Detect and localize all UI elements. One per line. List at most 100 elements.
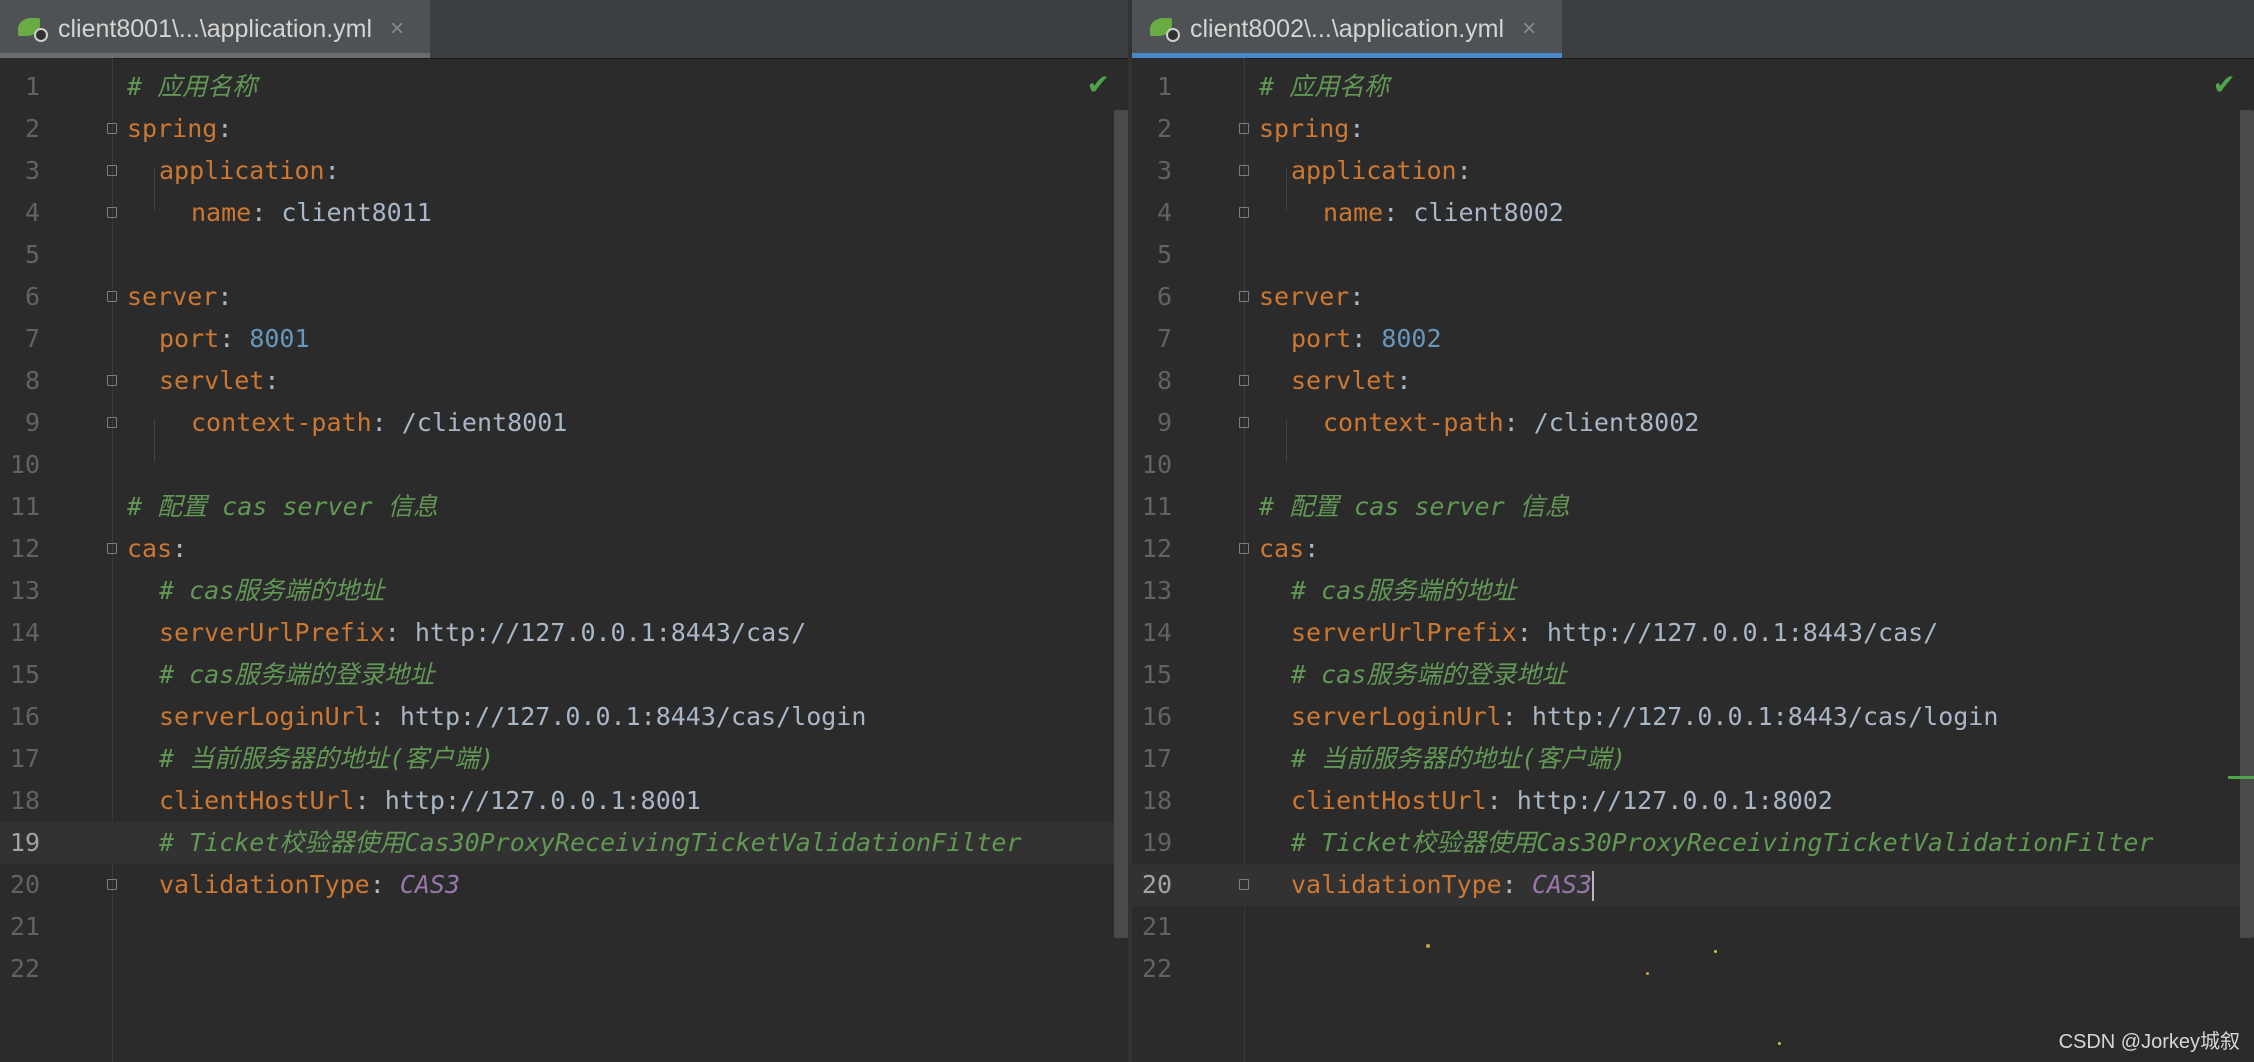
code-text[interactable]: clientHostUrl: http://127.0.0.1:8001 bbox=[159, 780, 701, 822]
code-line[interactable]: 21 bbox=[0, 906, 1128, 948]
fold-marker-icon[interactable] bbox=[107, 165, 117, 176]
code-text[interactable]: application: bbox=[159, 150, 340, 192]
code-text[interactable]: # cas服务端的登录地址 bbox=[159, 654, 434, 696]
code-text[interactable]: clientHostUrl: http://127.0.0.1:8002 bbox=[1291, 780, 1833, 822]
code-line[interactable]: 4 name: client8011 bbox=[0, 192, 1128, 234]
code-line[interactable]: 9 context-path: /client8001 bbox=[0, 402, 1128, 444]
code-text[interactable]: # 配置 cas server 信息 bbox=[1259, 486, 1570, 528]
code-line[interactable]: 16 serverLoginUrl: http://127.0.0.1:8443/… bbox=[0, 696, 1128, 738]
code-line[interactable]: 4 name: client8002 bbox=[1132, 192, 2254, 234]
code-line[interactable]: 17 # 当前服务器的地址(客户端) bbox=[1132, 738, 2254, 780]
code-line[interactable]: 15 # cas服务端的登录地址 bbox=[1132, 654, 2254, 696]
code-line[interactable]: 1 # 应用名称 bbox=[1132, 66, 2254, 108]
fold-marker-icon[interactable] bbox=[107, 417, 117, 428]
tab-application-yml-client8002[interactable]: client8002\...\application.yml × bbox=[1132, 0, 1563, 58]
vertical-scrollbar[interactable] bbox=[1114, 110, 1128, 938]
code-line[interactable]: 8 servlet: bbox=[1132, 360, 2254, 402]
tab-application-yml-client8001[interactable]: client8001\...\application.yml × bbox=[0, 0, 431, 58]
code-line[interactable]: 13 # cas服务端的地址 bbox=[1132, 570, 2254, 612]
code-text[interactable]: # Ticket校验器使用Cas30ProxyReceivingTicketVa… bbox=[159, 822, 1022, 864]
code-text[interactable]: name: client8011 bbox=[191, 192, 432, 234]
code-text[interactable]: # cas服务端的地址 bbox=[1291, 570, 1516, 612]
fold-marker-icon[interactable] bbox=[107, 291, 117, 302]
fold-marker-icon[interactable] bbox=[1239, 291, 1249, 302]
code-line[interactable]: 11 # 配置 cas server 信息 bbox=[1132, 486, 2254, 528]
code-line[interactable]: 7 port: 8002 bbox=[1132, 318, 2254, 360]
close-icon[interactable]: × bbox=[1522, 15, 1536, 43]
code-text[interactable]: # 应用名称 bbox=[127, 66, 257, 108]
code-text[interactable]: # 应用名称 bbox=[1259, 66, 1389, 108]
fold-marker-icon[interactable] bbox=[107, 543, 117, 554]
code-text[interactable]: serverLoginUrl: http://127.0.0.1:8443/ca… bbox=[159, 696, 866, 738]
fold-marker-icon[interactable] bbox=[1239, 543, 1249, 554]
fold-marker-icon[interactable] bbox=[1239, 165, 1249, 176]
code-text[interactable]: cas: bbox=[127, 528, 187, 570]
code-text[interactable]: # 当前服务器的地址(客户端) bbox=[1291, 738, 1626, 780]
code-text[interactable]: port: 8002 bbox=[1291, 318, 1442, 360]
code-text[interactable]: serverUrlPrefix: http://127.0.0.1:8443/c… bbox=[159, 612, 806, 654]
code-text[interactable]: name: client8002 bbox=[1323, 192, 1564, 234]
fold-marker-icon[interactable] bbox=[107, 879, 117, 890]
code-text[interactable]: validationType: CAS3 bbox=[159, 864, 460, 906]
code-lines[interactable]: 1 # 应用名称 2 spring: 3 application: 4 name: clien… bbox=[1132, 66, 2254, 990]
vertical-scrollbar[interactable] bbox=[2240, 110, 2254, 938]
code-line[interactable]: 5 bbox=[0, 234, 1128, 276]
fold-marker-icon[interactable] bbox=[1239, 879, 1249, 890]
code-lines[interactable]: 1 # 应用名称 2 spring: 3 application: 4 name: clien… bbox=[0, 66, 1128, 990]
code-line[interactable]: 12 cas: bbox=[0, 528, 1128, 570]
fold-marker-icon[interactable] bbox=[1239, 417, 1249, 428]
check-icon[interactable]: ✔ bbox=[1087, 68, 1110, 101]
code-line[interactable]: 20 validationType: CAS3 bbox=[0, 864, 1128, 906]
code-text[interactable]: # cas服务端的登录地址 bbox=[1291, 654, 1566, 696]
code-line[interactable]: 3 application: bbox=[0, 150, 1128, 192]
code-line[interactable]: 2 spring: bbox=[1132, 108, 2254, 150]
code-line[interactable]: 5 bbox=[1132, 234, 2254, 276]
code-text[interactable]: cas: bbox=[1259, 528, 1319, 570]
check-icon[interactable]: ✔ bbox=[2213, 68, 2236, 101]
fold-marker-icon[interactable] bbox=[107, 123, 117, 134]
fold-marker-icon[interactable] bbox=[1239, 123, 1249, 134]
code-text[interactable]: spring: bbox=[127, 108, 232, 150]
code-line[interactable]: 14 serverUrlPrefix: http://127.0.0.1:8443… bbox=[1132, 612, 2254, 654]
code-text[interactable]: # cas服务端的地址 bbox=[159, 570, 384, 612]
code-line[interactable]: 6 server: bbox=[0, 276, 1128, 318]
code-text[interactable]: validationType: CAS3 bbox=[1291, 864, 1595, 906]
code-text[interactable]: servlet: bbox=[1291, 360, 1411, 402]
code-line[interactable]: 20 validationType: CAS3 bbox=[1132, 864, 2254, 906]
fold-marker-icon[interactable] bbox=[107, 207, 117, 218]
code-line[interactable]: 18 clientHostUrl: http://127.0.0.1:8001 bbox=[0, 780, 1128, 822]
code-text[interactable]: serverUrlPrefix: http://127.0.0.1:8443/c… bbox=[1291, 612, 1938, 654]
code-line[interactable]: 9 context-path: /client8002 bbox=[1132, 402, 2254, 444]
code-line[interactable]: 7 port: 8001 bbox=[0, 318, 1128, 360]
code-line[interactable]: 22 bbox=[0, 948, 1128, 990]
code-line[interactable]: 13 # cas服务端的地址 bbox=[0, 570, 1128, 612]
fold-marker-icon[interactable] bbox=[1239, 375, 1249, 386]
code-line[interactable]: 11 # 配置 cas server 信息 bbox=[0, 486, 1128, 528]
code-text[interactable]: spring: bbox=[1259, 108, 1364, 150]
code-text[interactable]: # Ticket校验器使用Cas30ProxyReceivingTicketVa… bbox=[1291, 822, 2154, 864]
close-icon[interactable]: × bbox=[390, 15, 404, 43]
code-line[interactable]: 15 # cas服务端的登录地址 bbox=[0, 654, 1128, 696]
code-line[interactable]: 12 cas: bbox=[1132, 528, 2254, 570]
code-text[interactable]: server: bbox=[127, 276, 232, 318]
code-text[interactable]: server: bbox=[1259, 276, 1364, 318]
code-line[interactable]: 17 # 当前服务器的地址(客户端) bbox=[0, 738, 1128, 780]
code-text[interactable]: # 配置 cas server 信息 bbox=[127, 486, 438, 528]
code-line[interactable]: 10 bbox=[0, 444, 1128, 486]
code-line[interactable]: 21 bbox=[1132, 906, 2254, 948]
code-line[interactable]: 16 serverLoginUrl: http://127.0.0.1:8443/… bbox=[1132, 696, 2254, 738]
code-line[interactable]: 3 application: bbox=[1132, 150, 2254, 192]
code-line[interactable]: 14 serverUrlPrefix: http://127.0.0.1:8443… bbox=[0, 612, 1128, 654]
code-line[interactable]: 6 server: bbox=[1132, 276, 2254, 318]
code-line[interactable]: 19 # Ticket校验器使用Cas30ProxyReceivingTicket… bbox=[0, 822, 1128, 864]
code-line[interactable]: 19 # Ticket校验器使用Cas30ProxyReceivingTicket… bbox=[1132, 822, 2254, 864]
code-text[interactable]: port: 8001 bbox=[159, 318, 310, 360]
code-line[interactable]: 1 # 应用名称 bbox=[0, 66, 1128, 108]
code-line[interactable]: 18 clientHostUrl: http://127.0.0.1:8002 bbox=[1132, 780, 2254, 822]
code-text[interactable]: context-path: /client8002 bbox=[1323, 402, 1699, 444]
code-text[interactable]: servlet: bbox=[159, 360, 279, 402]
code-text[interactable]: context-path: /client8001 bbox=[191, 402, 567, 444]
code-text[interactable]: # 当前服务器的地址(客户端) bbox=[159, 738, 494, 780]
code-line[interactable]: 8 servlet: bbox=[0, 360, 1128, 402]
code-line[interactable]: 10 bbox=[1132, 444, 2254, 486]
